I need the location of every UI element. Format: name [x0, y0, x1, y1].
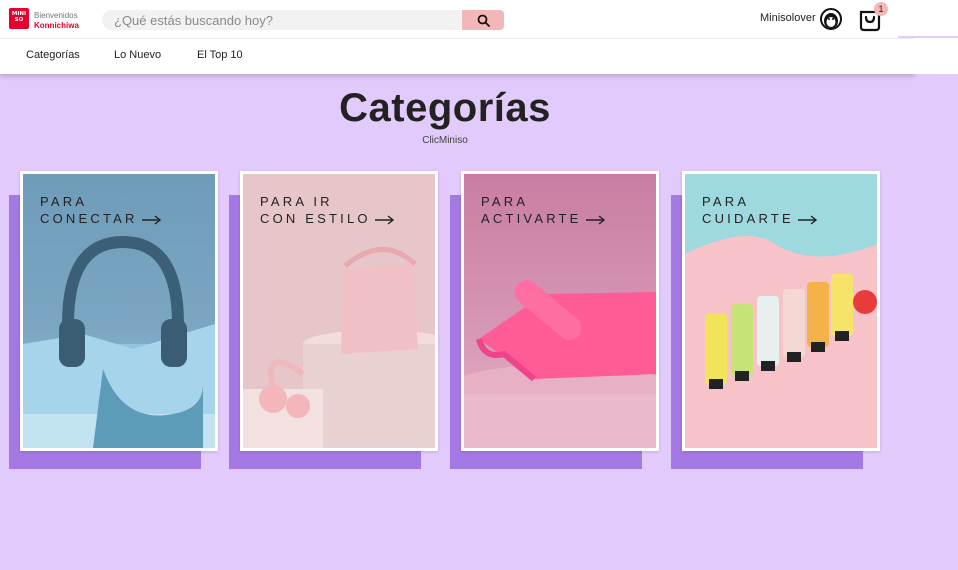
arrow-right-icon: [374, 215, 394, 225]
nav-bar-extension: [915, 38, 958, 74]
category-card-con-estilo[interactable]: PARA IR CON ESTILO: [240, 171, 438, 451]
headphones-image: PARA CONECTAR: [23, 174, 215, 448]
card-caption-line2: CUIDARTE: [702, 210, 818, 227]
greeting-line1: Bienvenidos: [34, 11, 78, 20]
card-caption: PARA CUIDARTE: [702, 193, 818, 227]
nav-item-top-10[interactable]: El Top 10: [197, 49, 243, 61]
search-icon: [477, 14, 490, 27]
logo-text: MINI SO: [11, 11, 27, 23]
category-card-cuidarte[interactable]: PARA CUIDARTE: [682, 171, 880, 451]
arrow-right-icon: [585, 215, 605, 225]
greeting: Bienvenidos Konnichiwa: [34, 11, 79, 31]
arrow-right-icon: [797, 215, 817, 225]
hand-cream-image: PARA CUIDARTE: [685, 174, 877, 448]
card-caption: PARA IR CON ESTILO: [260, 193, 395, 227]
category-card-activarte[interactable]: PARA ACTIVARTE: [461, 171, 659, 451]
search-button[interactable]: [462, 10, 504, 30]
search-input[interactable]: [114, 11, 454, 29]
card-caption-line2: ACTIVARTE: [481, 210, 606, 227]
card-caption: PARA ACTIVARTE: [481, 193, 606, 227]
miniso-logo[interactable]: MINI SO: [9, 8, 29, 29]
category-card-conectar[interactable]: PARA CONECTAR: [20, 171, 218, 451]
card-caption-line1: PARA IR: [260, 194, 333, 209]
nav-item-categorias[interactable]: Categorías: [26, 49, 80, 61]
yoga-mat-image: PARA ACTIVARTE: [464, 174, 656, 448]
card-caption-line1: PARA: [702, 194, 750, 209]
page-subtitle: ClicMiniso: [422, 135, 468, 146]
user-avatar[interactable]: [820, 8, 842, 30]
card-caption-line1: PARA: [40, 194, 88, 209]
username-link[interactable]: Minisolover: [760, 12, 816, 24]
header-bar-extension: [898, 0, 958, 36]
card-caption: PARA CONECTAR: [40, 193, 162, 227]
search-box: [102, 10, 504, 30]
page-title: Categorías: [339, 86, 551, 130]
bag-image: PARA IR CON ESTILO: [243, 174, 435, 448]
arrow-right-icon: [141, 215, 161, 225]
card-caption-line1: PARA: [481, 194, 529, 209]
greeting-line2: Konnichiwa: [34, 21, 79, 30]
penguin-avatar-icon: [824, 13, 838, 28]
card-caption-line2: CONECTAR: [40, 210, 162, 227]
card-caption-line2: CON ESTILO: [260, 210, 395, 227]
cart-count-badge: 1: [874, 2, 888, 16]
nav-item-lo-nuevo[interactable]: Lo Nuevo: [114, 49, 161, 61]
